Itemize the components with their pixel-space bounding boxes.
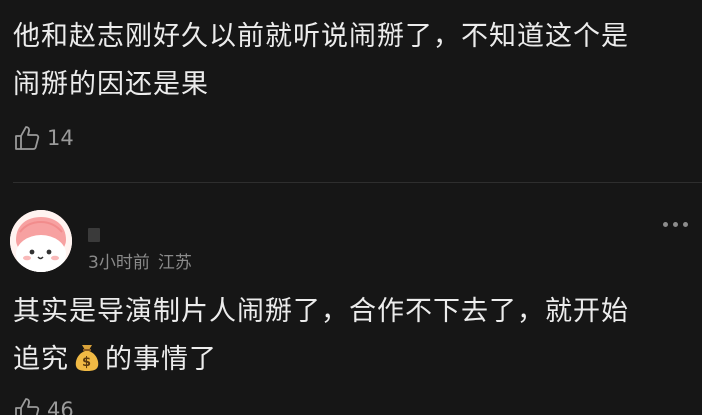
svg-text:$: $ <box>82 355 92 370</box>
avatar[interactable] <box>10 210 72 272</box>
thumbs-up-icon <box>13 124 41 152</box>
comment-text: 其实是导演制片人闹掰了，合作不下去了，就开始 追究 $ 的事情了 <box>13 288 629 388</box>
username[interactable] <box>88 228 100 242</box>
comment-location: 江苏 <box>157 253 192 273</box>
more-dot <box>683 222 688 227</box>
like-button[interactable]: 46 <box>13 396 74 415</box>
more-dot <box>673 222 678 227</box>
comment-text-line: 闹掰的因还是果 <box>13 69 209 100</box>
comment-text-line-before: 追究 <box>13 344 69 375</box>
like-count: 14 <box>47 126 74 150</box>
comments-page: 他和赵志刚好久以前就听说闹掰了，不知道这个是 闹掰的因还是果 14 3小时前 江… <box>0 0 702 415</box>
like-button[interactable]: 14 <box>13 124 74 152</box>
money-bag-icon: $ <box>73 340 101 388</box>
comment-text: 他和赵志刚好久以前就听说闹掰了，不知道这个是 闹掰的因还是果 <box>13 13 629 109</box>
thumbs-up-icon <box>13 396 41 415</box>
more-options-button[interactable] <box>663 222 688 227</box>
comment-text-line: 他和赵志刚好久以前就听说闹掰了，不知道这个是 <box>13 21 629 52</box>
comment-text-line-after: 的事情了 <box>105 344 217 375</box>
like-count: 46 <box>47 398 74 415</box>
comment-text-line: 其实是导演制片人闹掰了，合作不下去了，就开始 <box>13 296 629 327</box>
comment-time: 3小时前 <box>88 253 150 273</box>
comment-meta: 3小时前 江苏 <box>88 248 192 273</box>
more-dot <box>663 222 668 227</box>
comment-divider <box>13 182 702 183</box>
